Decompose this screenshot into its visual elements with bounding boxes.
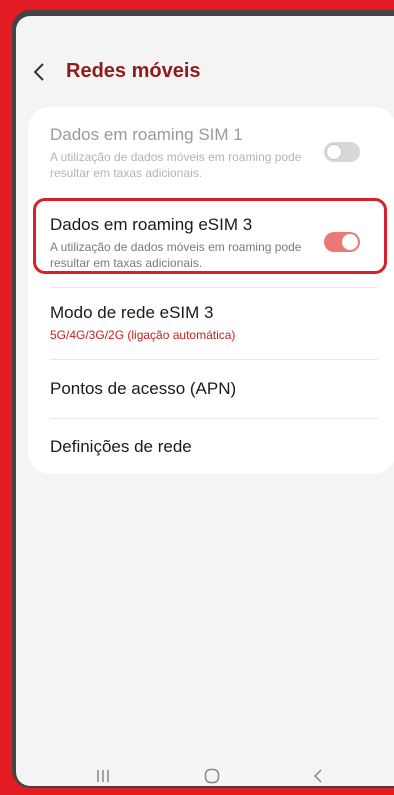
- roaming-sim1-subtitle: A utilização de dados móveis em roaming …: [50, 150, 302, 180]
- settings-card: Dados em roaming SIM 1 A utilização de d…: [28, 107, 394, 474]
- network-mode-item[interactable]: Modo de rede eSIM 3 5G/4G/3G/2G (ligação…: [50, 303, 370, 343]
- divider: [50, 287, 378, 288]
- roaming-sim1-item[interactable]: Dados em roaming SIM 1 A utilização de d…: [50, 125, 370, 181]
- apn-title: Pontos de acesso (APN): [50, 379, 237, 398]
- network-mode-title: Modo de rede eSIM 3: [50, 303, 214, 322]
- page-title: Redes móveis: [66, 60, 201, 82]
- roaming-sim1-toggle[interactable]: [324, 142, 360, 162]
- header: Redes móveis: [34, 60, 201, 83]
- network-mode-value: 5G/4G/3G/2G (ligação automática): [50, 328, 236, 342]
- nav-back-icon[interactable]: [312, 768, 324, 784]
- roaming-sim1-title: Dados em roaming SIM 1: [50, 125, 243, 144]
- apn-item[interactable]: Pontos de acesso (APN): [50, 379, 370, 399]
- network-settings-title: Definições de rede: [50, 437, 192, 456]
- recent-apps-icon[interactable]: [95, 768, 111, 784]
- highlight-box: [33, 198, 387, 274]
- back-arrow-icon[interactable]: [34, 62, 48, 82]
- divider: [50, 418, 378, 419]
- divider: [50, 359, 378, 360]
- home-icon[interactable]: [204, 768, 220, 784]
- navigation-bar: [0, 760, 394, 790]
- network-settings-item[interactable]: Definições de rede: [50, 437, 370, 457]
